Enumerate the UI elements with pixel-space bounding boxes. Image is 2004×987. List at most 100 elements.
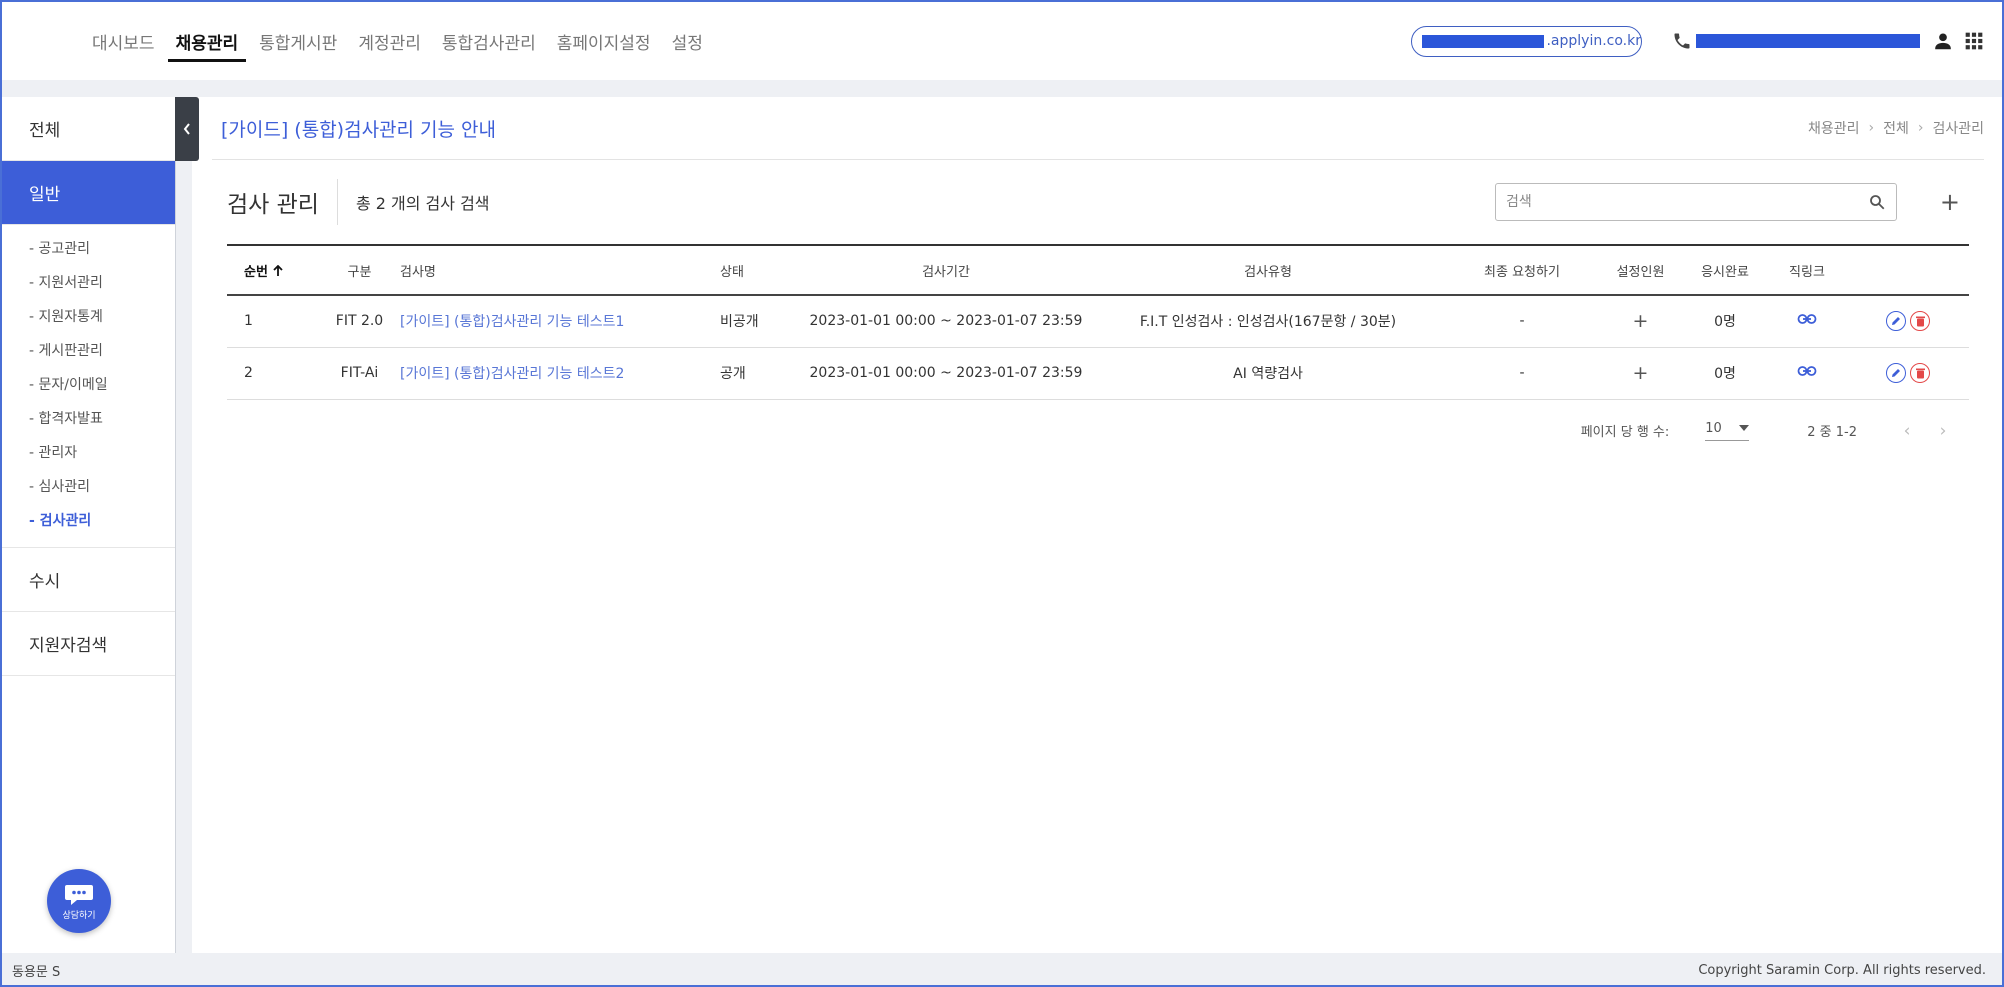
add-exam-button[interactable]: + <box>1940 190 1960 214</box>
sort-arrow-up-icon <box>273 264 284 276</box>
sidebar-item-applications[interactable]: - 지원서관리 <box>2 265 175 299</box>
delete-button[interactable] <box>1910 311 1930 332</box>
sidebar-item-applicant-stats[interactable]: - 지원자통계 <box>2 299 175 333</box>
apps-grid-icon[interactable] <box>1964 31 1984 51</box>
topnav-exam[interactable]: 통합검사관리 <box>442 2 536 80</box>
edit-button[interactable] <box>1886 363 1906 383</box>
assign-add-button[interactable]: + <box>1633 310 1649 332</box>
cell-kind: AI 역량검사 <box>1233 366 1303 382</box>
breadcrumb-separator-icon: › <box>1868 120 1875 136</box>
top-nav: 대시보드 채용관리 통합게시판 계정관리 통합검사관리 홈페이지설정 설정 <box>92 2 724 80</box>
sidebar-item-sms-email[interactable]: - 문자/이메일 <box>2 367 175 401</box>
section-header: 검사 관리 총 2 개의 검사 검색 + <box>227 160 1976 244</box>
footer-user: 동용문 S <box>12 964 61 980</box>
col-header-request: 최종 요청하기 <box>1484 264 1560 280</box>
cell-no: 1 <box>244 313 253 330</box>
cell-request: - <box>1519 313 1525 330</box>
col-header-status: 상태 <box>720 264 744 280</box>
sidebar-item-board[interactable]: - 게시판관리 <box>2 333 175 367</box>
page-range: 2 중 1-2 <box>1807 425 1857 440</box>
delete-button[interactable] <box>1910 363 1930 383</box>
trash-icon <box>1915 368 1925 379</box>
topnav-board[interactable]: 통합게시판 <box>259 2 337 80</box>
breadcrumb-item[interactable]: 검사관리 <box>1932 118 1984 138</box>
cell-status: 공개 <box>720 366 746 382</box>
next-page-button[interactable]: › <box>1933 421 1953 441</box>
sidebar-item-notice[interactable]: - 공고관리 <box>2 231 175 265</box>
table-row: 2 FIT-Ai [가이트] (통합)검사관리 기능 테스트2 공개 2023-… <box>227 347 1969 399</box>
sidebar-item-review[interactable]: - 심사관리 <box>2 469 175 503</box>
footer: 동용문 S Copyright Saramin Corp. All rights… <box>2 955 2002 985</box>
table-row: 1 FIT 2.0 [가이트] (통합)검사관리 기능 테스트1 비공개 202… <box>227 295 1969 347</box>
breadcrumb-separator-icon: › <box>1917 120 1924 136</box>
search-input[interactable] <box>1506 194 1868 210</box>
pencil-icon <box>1892 369 1900 377</box>
phone-icon <box>1674 33 1690 49</box>
col-header-link: 직링크 <box>1789 264 1825 280</box>
col-header-assigned: 설정인원 <box>1616 264 1665 280</box>
cell-no: 2 <box>244 365 253 381</box>
trash-icon <box>1915 316 1925 327</box>
rows-per-page-select[interactable]: 10 <box>1705 420 1750 441</box>
chevron-left-icon <box>183 123 190 135</box>
chat-bubble-icon <box>65 884 93 905</box>
rows-per-page-value: 10 <box>1705 420 1722 436</box>
breadcrumb-item[interactable]: 채용관리 <box>1808 118 1860 138</box>
link-icon[interactable] <box>1797 365 1817 377</box>
sidebar-cat-rolling[interactable]: 수시 <box>2 548 175 612</box>
section-title: 검사 관리 <box>227 179 338 225</box>
table-header-row: 순번 구분 검사명 상태 검사기간 검사유형 최종 요청하기 설정인원 응시완료… <box>227 245 1969 295</box>
cell-assigned: + <box>1598 295 1683 347</box>
topnav-dashboard[interactable]: 대시보드 <box>92 2 155 80</box>
assign-add-button[interactable]: + <box>1633 362 1649 384</box>
col-header-no[interactable]: 순번 <box>227 245 319 295</box>
email-pill[interactable]: .applyin.co.kr <box>1411 25 1642 57</box>
link-icon[interactable] <box>1797 313 1817 325</box>
col-header-name: 검사명 <box>400 264 436 280</box>
sidebar-cat-general[interactable]: 일반 <box>2 161 175 225</box>
sidebar-item-exam[interactable]: - 검사관리 <box>2 503 175 537</box>
cell-exam-name-link[interactable]: [가이트] (통합)검사관리 기능 테스트2 <box>400 347 720 399</box>
col-header-period: 검사기간 <box>922 264 970 280</box>
page-header: [가이드] (통합)검사관리 기능 안내 채용관리 › 전체 › 검사관리 <box>212 97 1984 160</box>
top-bar: 대시보드 채용관리 통합게시판 계정관리 통합검사관리 홈페이지설정 설정 .a… <box>2 2 2002 80</box>
col-header-actions <box>1847 245 1969 295</box>
cell-kind: F.I.T 인성검사 : 인성검사(167문항 / 30분) <box>1139 314 1397 331</box>
user-icon[interactable] <box>1932 30 1954 52</box>
email-redaction <box>1422 34 1545 48</box>
topnav-recruit[interactable]: 채용관리 <box>167 2 246 80</box>
search-box <box>1495 183 1897 221</box>
cell-type: FIT-Ai <box>340 365 379 381</box>
sidebar-cat-all[interactable]: 전체 <box>2 97 175 161</box>
caret-down-icon <box>1739 425 1750 431</box>
topnav-account[interactable]: 계정관리 <box>358 2 421 80</box>
sidebar-item-pass-announce[interactable]: - 합격자발표 <box>2 401 175 435</box>
cell-exam-name-link[interactable]: [가이트] (통합)검사관리 기능 테스트1 <box>400 295 720 347</box>
phone-redaction <box>1696 34 1920 48</box>
sidebar-collapse-button[interactable] <box>175 97 199 161</box>
cell-actions <box>1847 295 1969 347</box>
topnav-settings[interactable]: 설정 <box>672 2 703 80</box>
chat-consult-button[interactable]: 상담하기 <box>47 869 111 933</box>
breadcrumb: 채용관리 › 전체 › 검사관리 <box>1808 118 1984 138</box>
col-header-type: 구분 <box>347 264 372 280</box>
chat-consult-label: 상담하기 <box>62 910 96 921</box>
cell-status: 비공개 <box>720 314 759 331</box>
search-icon[interactable] <box>1868 193 1886 211</box>
main-content: [가이드] (통합)검사관리 기능 안내 채용관리 › 전체 › 검사관리 검사… <box>192 97 2002 953</box>
pencil-icon <box>1892 317 1900 326</box>
breadcrumb-item[interactable]: 전체 <box>1883 118 1909 138</box>
email-suffix: .applyin.co.kr <box>1546 33 1641 49</box>
sidebar-item-admin[interactable]: - 관리자 <box>2 435 175 469</box>
topnav-homepage[interactable]: 홈페이지설정 <box>557 2 651 80</box>
rows-per-page-label: 페이지 당 행 수: <box>1580 425 1670 440</box>
prev-page-button[interactable]: ‹ <box>1897 421 1917 441</box>
copyright: Copyright Saramin Corp. All rights reser… <box>1698 962 1986 978</box>
cell-link <box>1767 295 1847 347</box>
page-title[interactable]: [가이드] (통합)검사관리 기능 안내 <box>221 115 496 142</box>
cell-done: 0명 <box>1714 314 1736 331</box>
edit-button[interactable] <box>1886 311 1906 332</box>
sidebar-cat-search[interactable]: 지원자검색 <box>2 612 175 676</box>
sidebar-sub-menu: - 공고관리 - 지원서관리 - 지원자통계 - 게시판관리 - 문자/이메일 … <box>2 225 175 548</box>
col-header-done: 응시완료 <box>1701 264 1749 280</box>
